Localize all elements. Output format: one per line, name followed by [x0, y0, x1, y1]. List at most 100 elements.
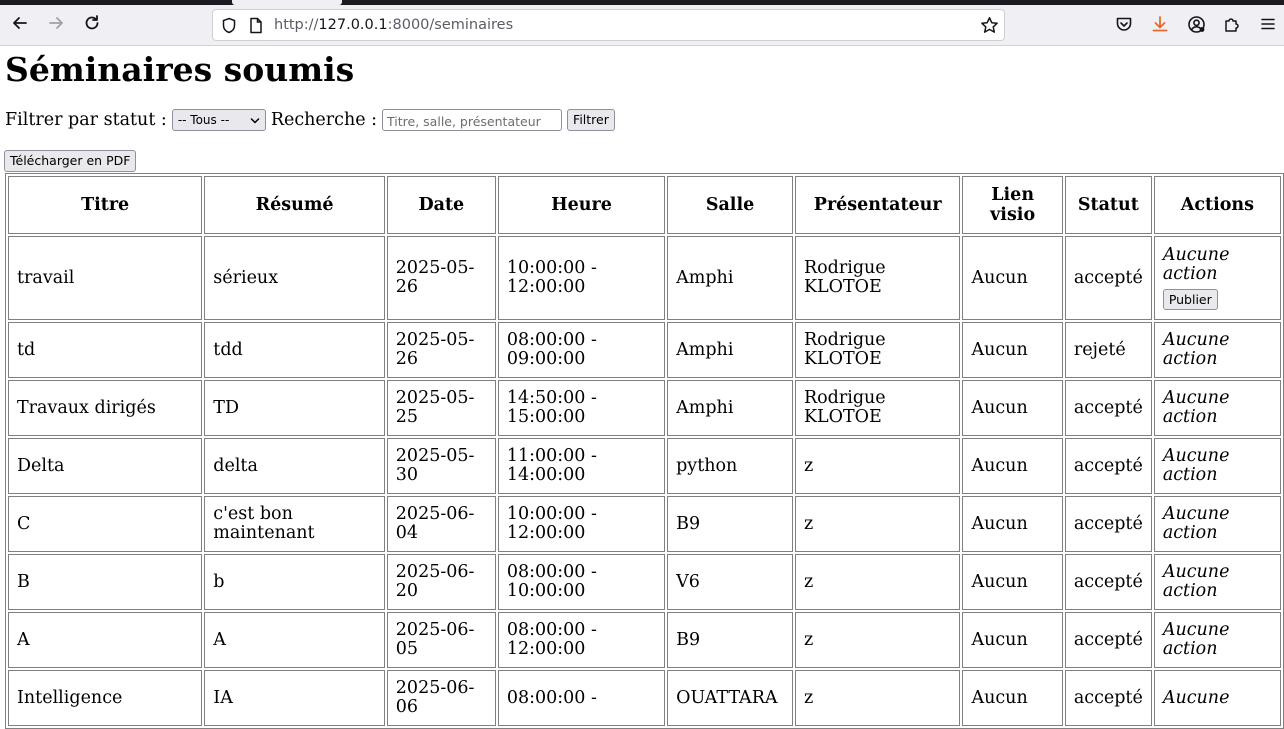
active-tab[interactable]	[232, 0, 342, 5]
cell-presentateur: z	[794, 438, 961, 494]
cell-statut: accepté	[1064, 380, 1152, 436]
page-title: Séminaires soumis	[5, 50, 355, 89]
account-icon[interactable]	[1186, 14, 1206, 34]
pocket-icon[interactable]	[1114, 14, 1134, 34]
url-text[interactable]: http://127.0.0.1:8000/seminaires	[274, 17, 513, 33]
cell-titre: Travaux dirigés	[8, 380, 203, 436]
cell-heure: 08:00:00 - 09:00:00	[497, 322, 666, 378]
cell-actions: Aucune action	[1153, 322, 1281, 378]
filter-form: Filtrer par statut : -- Tous -- Recherch…	[5, 108, 615, 132]
column-header: Statut	[1064, 176, 1152, 234]
cell-salle: Amphi	[667, 322, 793, 378]
cell-lien-visio: Aucun	[962, 612, 1063, 668]
filter-button[interactable]: Filtrer	[567, 109, 615, 131]
cell-presentateur: z	[794, 554, 961, 610]
cell-resume: c'est bon maintenant	[204, 496, 385, 552]
cell-actions: Aucune action Publier	[1153, 236, 1281, 320]
cell-salle: Amphi	[667, 380, 793, 436]
status-select[interactable]: -- Tous --	[171, 109, 266, 131]
cell-lien-visio: Aucun	[962, 554, 1063, 610]
search-input[interactable]	[382, 109, 563, 131]
cell-statut: accepté	[1064, 496, 1152, 552]
cell-resume: IA	[204, 670, 385, 726]
table-row: A A 2025-06-05 08:00:00 - 12:00:00 B9 z …	[8, 612, 1281, 668]
table-row: Travaux dirigés TD 2025-05-25 14:50:00 -…	[8, 380, 1281, 436]
column-header: Résumé	[204, 176, 385, 234]
back-icon[interactable]	[10, 13, 30, 33]
cell-titre: Intelligence	[8, 670, 203, 726]
cell-salle: V6	[667, 554, 793, 610]
tab-strip	[0, 0, 1284, 5]
cell-titre: travail	[8, 236, 203, 320]
menu-icon[interactable]	[1258, 14, 1278, 34]
cell-actions: Aucune action	[1153, 380, 1281, 436]
cell-presentateur: Rodrigue KLOTOE	[794, 236, 961, 320]
download-pdf-button[interactable]: Télécharger en PDF	[4, 150, 137, 172]
cell-statut: accepté	[1064, 554, 1152, 610]
cell-presentateur: Rodrigue KLOTOE	[794, 380, 961, 436]
cell-statut: accepté	[1064, 236, 1152, 320]
shield-icon[interactable]	[221, 17, 237, 38]
cell-heure: 10:00:00 - 12:00:00	[497, 236, 666, 320]
cell-statut: accepté	[1064, 438, 1152, 494]
column-header: Heure	[497, 176, 666, 234]
bookmark-star-icon[interactable]	[980, 16, 999, 39]
url-bar[interactable]: http://127.0.0.1:8000/seminaires	[212, 9, 1005, 41]
cell-lien-visio: Aucun	[962, 236, 1063, 320]
cell-date: 2025-06-06	[386, 670, 496, 726]
cell-presentateur: z	[794, 612, 961, 668]
reload-icon[interactable]	[82, 13, 102, 33]
cell-heure: 08:00:00 - 12:00:00	[497, 612, 666, 668]
seminars-table: Titre Résumé Date Heure Salle Présentate…	[5, 173, 1284, 729]
cell-statut: accepté	[1064, 612, 1152, 668]
column-header: Lien visio	[962, 176, 1063, 234]
cell-titre: td	[8, 322, 203, 378]
column-header: Date	[386, 176, 496, 234]
cell-actions: Aucune action	[1153, 554, 1281, 610]
cell-salle: python	[667, 438, 793, 494]
cell-resume: tdd	[204, 322, 385, 378]
table-header-row: Titre Résumé Date Heure Salle Présentate…	[8, 176, 1281, 234]
cell-lien-visio: Aucun	[962, 322, 1063, 378]
cell-lien-visio: Aucun	[962, 380, 1063, 436]
cell-resume: TD	[204, 380, 385, 436]
cell-date: 2025-05-26	[386, 236, 496, 320]
no-action-text: Aucune action	[1162, 245, 1230, 284]
table-row: travail sérieux 2025-05-26 10:00:00 - 12…	[8, 236, 1281, 320]
cell-resume: b	[204, 554, 385, 610]
page-info-icon[interactable]	[249, 17, 263, 38]
cell-salle: Amphi	[667, 236, 793, 320]
cell-heure: 14:50:00 - 15:00:00	[497, 380, 666, 436]
cell-resume: A	[204, 612, 385, 668]
forward-icon[interactable]	[46, 13, 66, 33]
cell-presentateur: Rodrigue KLOTOE	[794, 322, 961, 378]
cell-date: 2025-06-05	[386, 612, 496, 668]
cell-actions: Aucune action	[1153, 438, 1281, 494]
cell-resume: sérieux	[204, 236, 385, 320]
table-row: Delta delta 2025-05-30 11:00:00 - 14:00:…	[8, 438, 1281, 494]
cell-salle: B9	[667, 612, 793, 668]
table-row: td tdd 2025-05-26 08:00:00 - 09:00:00 Am…	[8, 322, 1281, 378]
cell-date: 2025-05-26	[386, 322, 496, 378]
table-row: C c'est bon maintenant 2025-06-04 10:00:…	[8, 496, 1281, 552]
cell-lien-visio: Aucun	[962, 670, 1063, 726]
cell-heure: 08:00:00 - 10:00:00	[497, 554, 666, 610]
cell-date: 2025-06-04	[386, 496, 496, 552]
cell-heure: 11:00:00 - 14:00:00	[497, 438, 666, 494]
cell-actions: Aucune action	[1153, 496, 1281, 552]
cell-salle: B9	[667, 496, 793, 552]
cell-presentateur: z	[794, 496, 961, 552]
cell-lien-visio: Aucun	[962, 438, 1063, 494]
downloads-icon[interactable]	[1150, 14, 1170, 34]
cell-heure: 10:00:00 - 12:00:00	[497, 496, 666, 552]
publish-button[interactable]: Publier	[1162, 289, 1218, 310]
cell-presentateur: z	[794, 670, 961, 726]
chevron-down-icon	[250, 115, 260, 129]
extensions-icon[interactable]	[1222, 14, 1242, 34]
cell-actions: Aucune	[1153, 670, 1281, 726]
search-label: Recherche :	[270, 110, 378, 130]
column-header: Actions	[1153, 176, 1281, 234]
column-header: Salle	[667, 176, 793, 234]
cell-statut: accepté	[1064, 670, 1152, 726]
cell-resume: delta	[204, 438, 385, 494]
